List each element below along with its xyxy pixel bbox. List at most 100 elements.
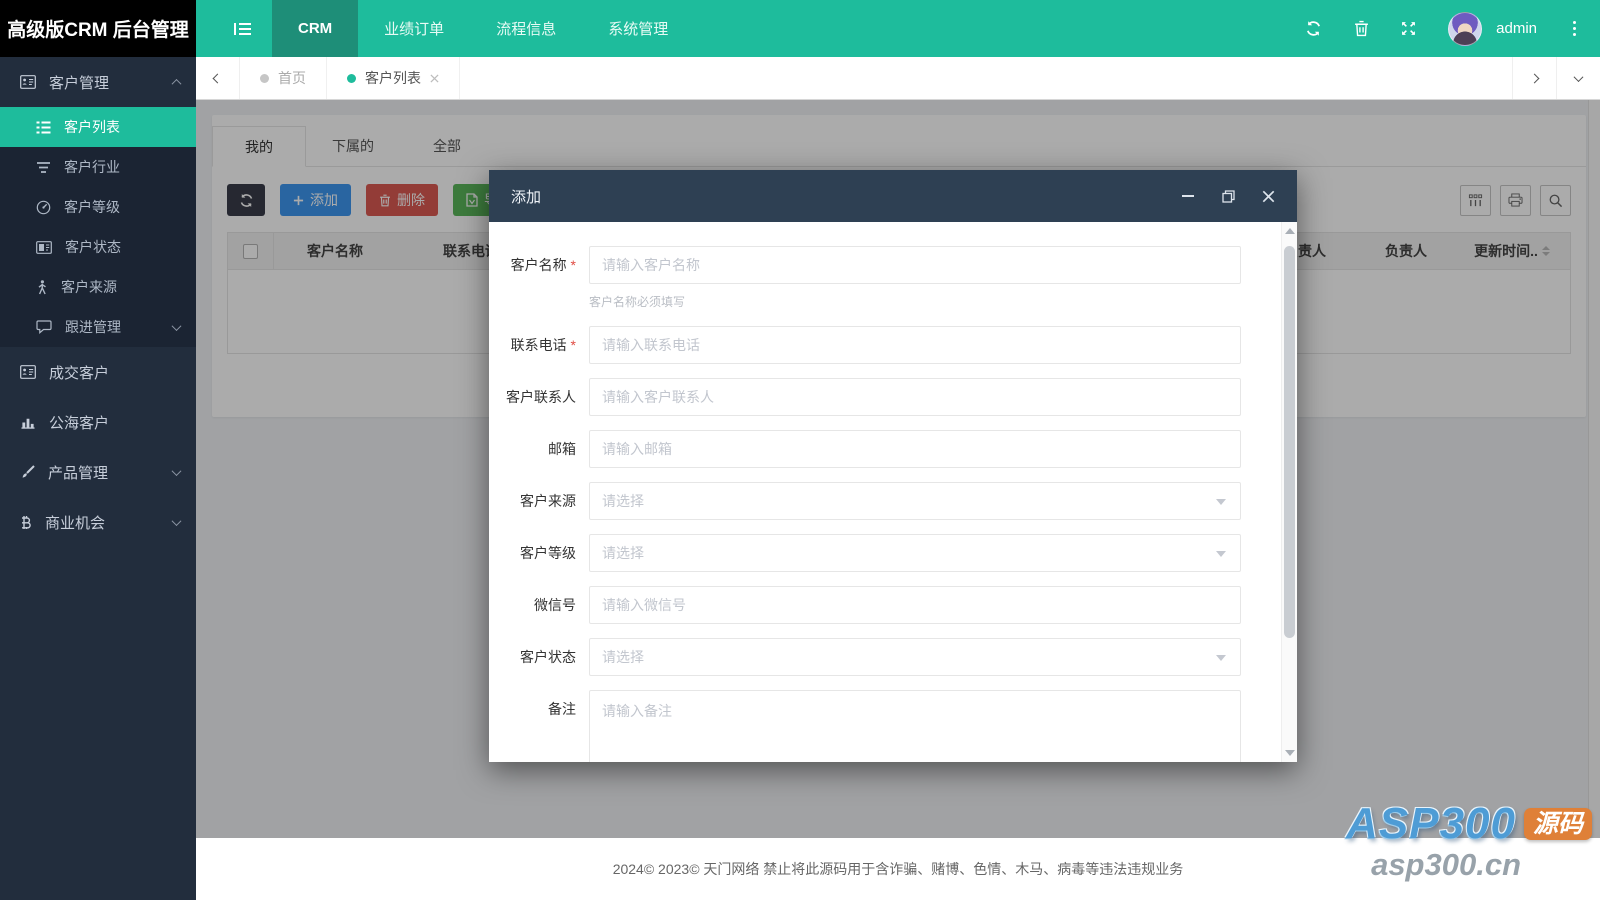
form-row-email: 邮箱	[497, 430, 1241, 468]
wechat-input[interactable]	[589, 586, 1241, 624]
sidebar-item-label: 客户状态	[65, 237, 121, 257]
id-card-icon	[20, 75, 36, 89]
sidebar-item-customer-status[interactable]: 客户状态	[0, 227, 196, 267]
sidebar-item-customer-industry[interactable]: 客户行业	[0, 147, 196, 187]
close-icon	[1262, 190, 1275, 203]
sidebar-item-followup-mgmt[interactable]: 跟进管理	[0, 307, 196, 347]
field-label: 客户名称	[497, 246, 589, 312]
form-row-remark: 备注	[497, 690, 1241, 762]
sidebar-collapse-button[interactable]	[214, 0, 272, 57]
sidebar-item-closed-customers[interactable]: 成交客户	[0, 347, 196, 397]
tabs-scroll-left-button[interactable]	[196, 57, 240, 99]
sidebar-item-label: 跟进管理	[65, 317, 121, 337]
remark-textarea[interactable]	[589, 690, 1241, 762]
contact-person-input[interactable]	[589, 378, 1241, 416]
app-header: 高级版CRM 后台管理 CRM 业绩订单 流程信息 系统管理 admin	[0, 0, 1600, 57]
sidebar-item-label: 商业机会	[45, 512, 105, 533]
tabs-menu-button[interactable]	[1556, 57, 1600, 99]
chevron-down-icon	[172, 516, 182, 526]
asp300-watermark: ASP300 源码 asp300.cn	[1346, 801, 1592, 882]
tab-customer-list[interactable]: 客户列表	[327, 57, 460, 99]
scroll-down-arrow-icon[interactable]	[1285, 750, 1295, 756]
image-card-icon	[36, 241, 52, 254]
phone-input[interactable]	[589, 326, 1241, 364]
field-label: 邮箱	[497, 430, 589, 468]
chevron-left-icon	[213, 73, 223, 83]
sidebar-item-label: 产品管理	[48, 462, 108, 483]
bitcoin-icon	[20, 515, 32, 530]
fullscreen-button[interactable]	[1401, 21, 1416, 36]
nav-item-process[interactable]: 流程信息	[470, 0, 582, 57]
app-logo: 高级版CRM 后台管理	[0, 0, 196, 57]
email-input[interactable]	[589, 430, 1241, 468]
field-label: 联系电话	[497, 326, 589, 364]
id-card-icon	[20, 365, 36, 379]
field-control	[589, 326, 1241, 364]
field-label: 客户状态	[497, 638, 589, 676]
select-caret-icon	[1216, 551, 1226, 557]
sidebar-item-label: 成交客户	[49, 362, 109, 383]
sidebar-item-label: 客户管理	[49, 72, 109, 93]
close-icon[interactable]	[430, 74, 439, 83]
sidebar-item-customer-mgmt[interactable]: 客户管理	[0, 57, 196, 107]
select-placeholder: 请选择	[602, 543, 644, 563]
sidebar-item-label: 客户列表	[64, 117, 120, 137]
close-button[interactable]	[1261, 189, 1275, 203]
tab-status-dot	[260, 74, 269, 83]
customer-name-input[interactable]	[589, 246, 1241, 284]
sidebar-item-label: 公海客户	[49, 412, 109, 433]
walking-person-icon	[36, 280, 48, 295]
field-control: 请选择	[589, 534, 1241, 572]
sidebar-item-customer-source[interactable]: 客户来源	[0, 267, 196, 307]
trash-icon	[1354, 20, 1369, 37]
maximize-button[interactable]	[1221, 189, 1235, 203]
sidebar-item-customer-level[interactable]: 客户等级	[0, 187, 196, 227]
paintbrush-icon	[20, 465, 35, 480]
list-icon	[36, 121, 51, 134]
field-label: 客户联系人	[497, 378, 589, 416]
customer-level-select[interactable]: 请选择	[589, 534, 1241, 572]
sidebar-item-product-mgmt[interactable]: 产品管理	[0, 447, 196, 497]
form-row-customer-status: 客户状态 请选择	[497, 638, 1241, 676]
tabbar-spacer	[460, 57, 1512, 99]
field-control: 客户名称必须填写	[589, 246, 1241, 312]
form-row-customer-name: 客户名称 客户名称必须填写	[497, 246, 1241, 312]
fullscreen-icon	[1401, 21, 1416, 36]
watermark-brand: ASP300	[1346, 801, 1516, 847]
modal-scrollbar[interactable]	[1281, 222, 1297, 762]
customer-status-select[interactable]: 请选择	[589, 638, 1241, 676]
tab-home[interactable]: 首页	[240, 57, 327, 99]
minimize-button[interactable]	[1181, 189, 1195, 203]
sidebar-item-business-opportunity[interactable]: 商业机会	[0, 497, 196, 547]
chevron-down-icon	[1574, 72, 1584, 82]
chevron-down-icon	[172, 321, 182, 331]
refresh-button[interactable]	[1305, 20, 1322, 37]
bar-chart-icon	[20, 415, 36, 429]
tabs-scroll-right-button[interactable]	[1512, 57, 1556, 99]
sidebar-item-public-customers[interactable]: 公海客户	[0, 397, 196, 447]
modal-header[interactable]: 添加	[489, 170, 1297, 222]
more-menu-button[interactable]	[1569, 17, 1580, 40]
customer-source-select[interactable]: 请选择	[589, 482, 1241, 520]
clear-cache-button[interactable]	[1354, 20, 1369, 37]
nav-item-system[interactable]: 系统管理	[582, 0, 694, 57]
scrollbar-thumb[interactable]	[1284, 246, 1295, 638]
sort-lines-icon	[36, 161, 51, 174]
scroll-up-arrow-icon[interactable]	[1285, 228, 1295, 234]
refresh-icon	[1305, 20, 1322, 37]
field-control: 请选择	[589, 482, 1241, 520]
nav-item-orders[interactable]: 业绩订单	[358, 0, 470, 57]
top-nav: CRM 业绩订单 流程信息 系统管理 admin	[196, 0, 1600, 57]
modal-body: 客户名称 客户名称必须填写 联系电话 客户联系人 邮箱 客户来源	[489, 222, 1297, 762]
user-avatar[interactable]	[1448, 12, 1482, 46]
modal-controls	[1181, 189, 1275, 203]
tab-status-dot	[347, 74, 356, 83]
username[interactable]: admin	[1496, 20, 1537, 37]
nav-item-crm[interactable]: CRM	[272, 0, 358, 57]
sidebar-item-customer-list[interactable]: 客户列表	[0, 107, 196, 147]
form-row-customer-level: 客户等级 请选择	[497, 534, 1241, 572]
restore-icon	[1222, 190, 1235, 203]
nav-item-label: 系统管理	[608, 18, 668, 39]
field-control	[589, 430, 1241, 468]
field-control	[589, 378, 1241, 416]
